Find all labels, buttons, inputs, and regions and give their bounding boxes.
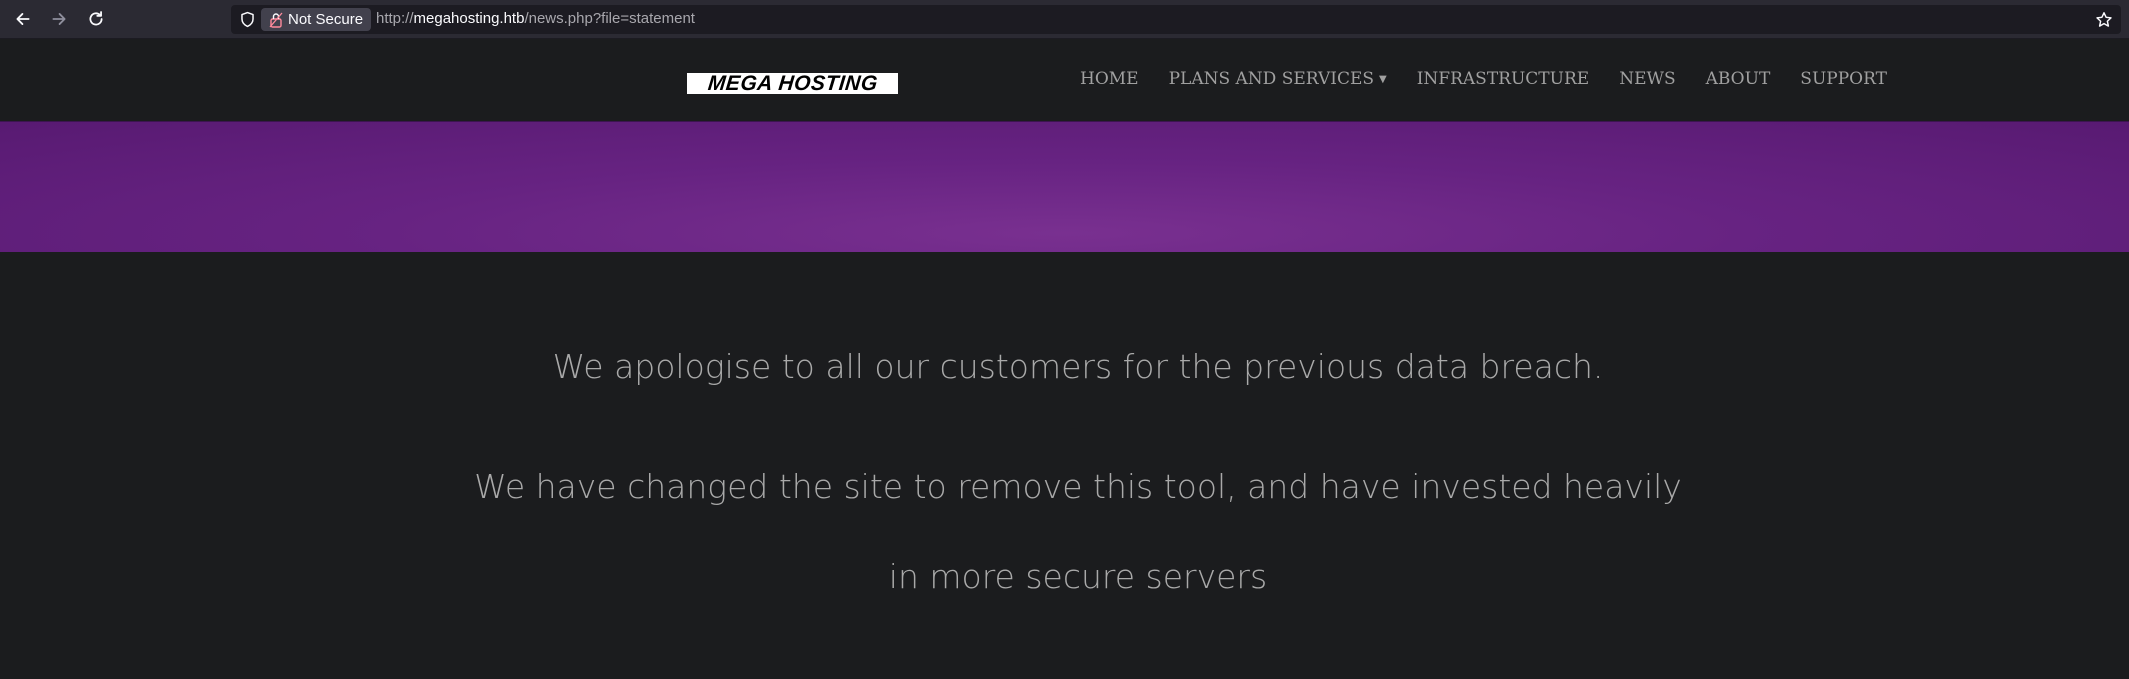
main-menu: HOME PLANS AND SERVICES ▼ INFRASTRUCTURE …: [1080, 69, 1917, 89]
hero-banner: [0, 121, 2129, 253]
security-label: Not Secure: [288, 11, 364, 28]
lock-icon: [269, 12, 283, 28]
star-icon[interactable]: [2095, 11, 2113, 29]
statement-line-2: We have changed the site to remove this …: [474, 467, 1682, 506]
address-bar[interactable]: Not Secure http://megahosting.htb/news.p…: [231, 5, 2121, 34]
logo-text: MEGA HOSTING: [706, 72, 879, 95]
statement-line-3: in more secure servers: [888, 557, 1268, 596]
statement-line-1: We apologise to all our customers for th…: [552, 347, 1604, 386]
back-icon[interactable]: [12, 8, 34, 30]
url-host: megahosting.htb: [413, 10, 525, 27]
url-path: /news.php?file=statement: [524, 10, 695, 27]
site-navbar: MEGA HOSTING HOME PLANS AND SERVICES ▼ IN…: [0, 39, 2129, 121]
url-scheme: http://: [376, 10, 414, 27]
not-secure-badge[interactable]: Not Secure: [261, 8, 372, 31]
menu-about[interactable]: ABOUT: [1706, 69, 1771, 89]
shield-icon[interactable]: [239, 11, 256, 28]
menu-infrastructure[interactable]: INFRASTRUCTURE: [1417, 69, 1589, 89]
forward-icon[interactable]: [48, 8, 70, 30]
url-text[interactable]: http://megahosting.htb/news.php?file=sta…: [376, 10, 695, 27]
menu-support[interactable]: SUPPORT: [1800, 69, 1887, 89]
reload-icon[interactable]: [85, 8, 107, 30]
caret-down-icon: ▼: [1379, 74, 1387, 85]
statement-content: We apologise to all our customers for th…: [0, 252, 2129, 679]
menu-plans-and-services[interactable]: PLANS AND SERVICES ▼: [1169, 69, 1387, 89]
menu-plans-label: PLANS AND SERVICES: [1168, 69, 1375, 89]
menu-news[interactable]: NEWS: [1619, 69, 1675, 89]
menu-home[interactable]: HOME: [1080, 69, 1139, 89]
browser-toolbar: Not Secure http://megahosting.htb/news.p…: [0, 0, 2129, 39]
site-logo[interactable]: MEGA HOSTING: [687, 72, 898, 95]
